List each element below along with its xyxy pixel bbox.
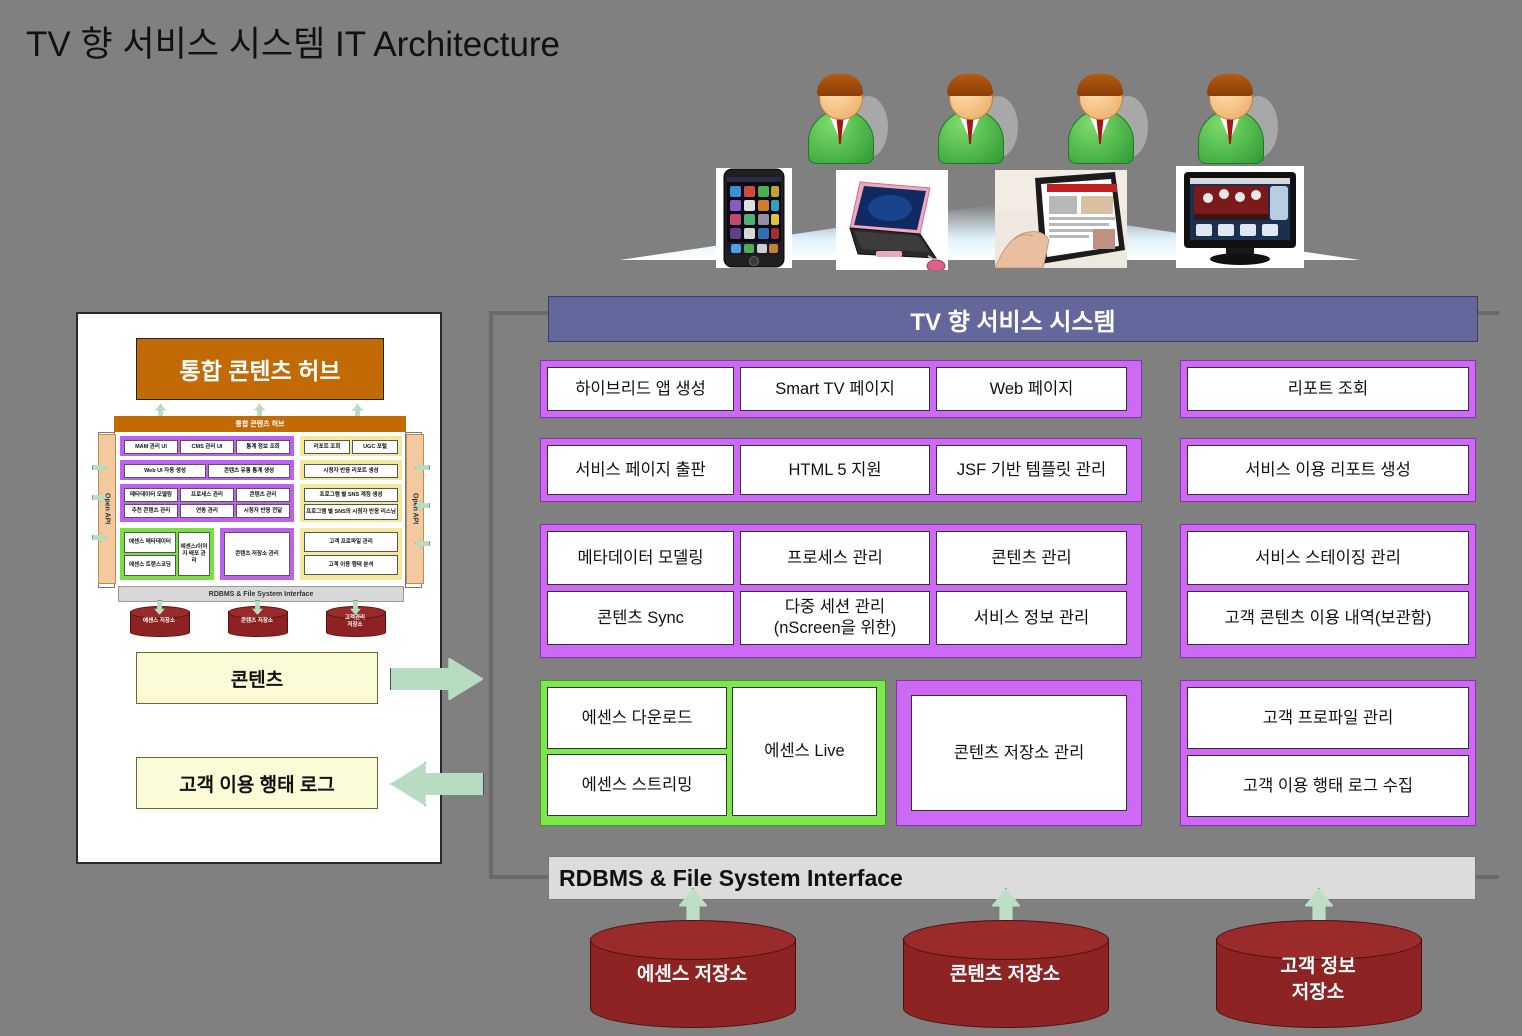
feature-cell[interactable]: 고객 콘텐츠 이용 내역(보관함) <box>1187 591 1469 645</box>
feature-cell[interactable]: 다중 세션 관리 (nScreen을 위한) <box>740 591 930 645</box>
mini-cell: 콘텐츠 저장소 관리 <box>224 532 290 576</box>
mini-group: 에센스 메타데이터 에센스 트랜스코딩 에센스/이미지 배포 관리 <box>120 528 214 580</box>
feature-cell[interactable]: 서비스 이용 리포트 생성 <box>1187 445 1469 495</box>
core-management-group: 메타데이터 모델링 프로세스 관리 콘텐츠 관리 콘텐츠 Sync 다중 세션 … <box>540 524 1142 658</box>
feature-cell[interactable]: 서비스 페이지 출판 <box>547 445 734 495</box>
mini-cell: 에센스 메타데이터 <box>124 532 176 553</box>
feature-cell[interactable]: 고객 이용 행태 로그 수집 <box>1187 755 1469 817</box>
mini-cell: 프로세스 관리 <box>180 488 234 502</box>
user-avatar <box>1192 74 1278 164</box>
report-view-group: 리포트 조회 <box>1180 360 1476 418</box>
mini-group: 메타데이터 모델링 프로세스 관리 콘텐츠 관리 추천 콘텐츠 관리 연동 관리… <box>120 484 294 522</box>
report-generation-group: 서비스 이용 리포트 생성 <box>1180 438 1476 502</box>
feature-cell[interactable]: 메타데이터 모델링 <box>547 531 734 585</box>
mini-hub-bar: 통합 콘텐츠 허브 <box>114 416 406 432</box>
datastore-label: 고객 정보 저장소 <box>1280 956 1356 1003</box>
feature-cell[interactable]: 에센스 Live <box>732 687 877 816</box>
audience-devices-illustration <box>620 60 1360 280</box>
feature-cell[interactable]: 리포트 조회 <box>1187 367 1469 411</box>
service-ops-group: 서비스 스테이징 관리 고객 콘텐츠 이용 내역(보관함) <box>1180 524 1476 658</box>
open-api-left: Open API <box>98 434 116 584</box>
mini-group: 시청자 반응 리포트 생성 <box>300 460 402 480</box>
mini-group: 리포트 조회 UGC 포털 <box>300 436 402 456</box>
presentation-group: 하이브리드 앱 생성 Smart TV 페이지 Web 페이지 <box>540 360 1142 418</box>
mini-cell: 리포트 조회 <box>304 440 350 454</box>
feature-cell[interactable]: 고객 프로파일 관리 <box>1187 687 1469 749</box>
mini-cell: UGC 포털 <box>352 440 398 454</box>
usage-log-box: 고객 이용 행태 로그 <box>136 757 378 809</box>
page-title: TV 향 서비스 시스템 IT Architecture <box>26 25 561 64</box>
mini-cell: 프로그램 별 SNS의 시청자 반응 리스닝 <box>304 504 398 520</box>
feature-cell[interactable]: JSF 기반 템플릿 관리 <box>936 445 1127 495</box>
mini-cell: MAM 관리 UI <box>124 440 178 454</box>
mini-group: 프로그램 별 SNS 계정 생성 프로그램 별 SNS의 시청자 반응 리스닝 <box>300 484 402 522</box>
feature-cell[interactable]: Smart TV 페이지 <box>740 367 930 411</box>
mini-rdbms-bar: RDBMS & File System Interface <box>118 586 404 602</box>
mini-group: Web UI 자동 생성 콘텐츠 유통 통계 생성 <box>120 460 294 480</box>
feature-cell[interactable]: 에센스 다운로드 <box>547 687 727 749</box>
feature-cell[interactable]: HTML 5 지원 <box>740 445 930 495</box>
mini-cell: 고객 이용 행태 분석 <box>304 555 398 575</box>
feature-cell[interactable]: 서비스 스테이징 관리 <box>1187 531 1469 585</box>
tablet-image <box>995 170 1127 268</box>
feature-cell[interactable]: 에센스 스트리밍 <box>547 754 727 816</box>
mini-cell: 통계 정보 조회 <box>236 440 290 454</box>
rdbms-interface-bar: RDBMS & File System Interface <box>548 856 1476 900</box>
datastore-customer: 고객 정보 저장소 <box>1216 920 1422 1032</box>
feature-cell[interactable]: 콘텐츠 저장소 관리 <box>911 695 1127 811</box>
mini-cell: 시청자 반응 전달 <box>236 504 290 518</box>
mini-cell: 프로그램 별 SNS 계정 생성 <box>304 488 398 502</box>
user-avatar <box>1062 74 1148 164</box>
datastore-content: 콘텐츠 저장소 <box>903 920 1109 1032</box>
mini-architecture-diagram: 통합 콘텐츠 허브 Open API Open API MAM 관리 UI CM… <box>92 404 428 637</box>
customer-group: 고객 프로파일 관리 고객 이용 행태 로그 수집 <box>1180 680 1476 826</box>
mini-group: 콘텐츠 저장소 관리 <box>220 528 294 580</box>
laptop-image <box>836 170 948 270</box>
mini-cell: 에센스/이미지 배포 관리 <box>178 532 210 576</box>
mini-datastore-label: 에센스 저장소 <box>143 618 175 624</box>
feature-cell[interactable]: 콘텐츠 관리 <box>936 531 1127 585</box>
mini-cell: 에센스 트랜스코딩 <box>124 555 176 576</box>
mini-cell: Web UI 자동 생성 <box>124 464 206 478</box>
feature-cell[interactable]: 서비스 정보 관리 <box>936 591 1127 645</box>
mini-cell: 고객 프로파일 관리 <box>304 532 398 552</box>
datastore-label: 콘텐츠 저장소 <box>949 964 1061 985</box>
mini-datastore-label: 고객관리 저장소 <box>344 615 366 628</box>
mini-cell: 콘텐츠 관리 <box>236 488 290 502</box>
mini-cell: CMS 관리 UI <box>180 440 234 454</box>
essence-delivery-group: 에센스 다운로드 에센스 스트리밍 에센스 Live <box>540 680 886 826</box>
mini-cell: 시청자 반응 리포트 생성 <box>304 464 398 478</box>
mini-cell: 콘텐츠 유통 통계 생성 <box>208 464 290 478</box>
mini-group: MAM 관리 UI CMS 관리 UI 통계 정보 조회 <box>120 436 294 456</box>
feature-cell[interactable]: 콘텐츠 Sync <box>547 591 734 645</box>
content-store-group: 콘텐츠 저장소 관리 <box>896 680 1142 826</box>
feature-cell[interactable]: 하이브리드 앱 생성 <box>547 367 734 411</box>
hub-title-banner: 통합 콘텐츠 허브 <box>136 338 384 400</box>
datastore-label: 에센스 저장소 <box>636 964 748 985</box>
user-avatar <box>932 74 1018 164</box>
content-box: 콘텐츠 <box>136 652 378 704</box>
mini-cell: 메타데이터 모델링 <box>124 488 178 502</box>
mini-group: 고객 프로파일 관리 고객 이용 행태 분석 <box>300 528 402 580</box>
mini-cell: 연동 관리 <box>180 504 234 518</box>
datastore-essence: 에센스 저장소 <box>590 920 796 1032</box>
publishing-group: 서비스 페이지 출판 HTML 5 지원 JSF 기반 템플릿 관리 <box>540 438 1142 502</box>
user-avatar <box>802 74 888 164</box>
feature-cell[interactable]: 프로세스 관리 <box>740 531 930 585</box>
smart-tv-image <box>1176 166 1304 268</box>
smartphone-image <box>716 168 792 268</box>
mini-cell: 추천 콘텐츠 관리 <box>124 504 178 518</box>
system-header: TV 향 서비스 시스템 <box>548 296 1478 342</box>
feature-cell[interactable]: Web 페이지 <box>936 367 1127 411</box>
mini-datastore-label: 콘텐츠 저장소 <box>241 618 273 624</box>
